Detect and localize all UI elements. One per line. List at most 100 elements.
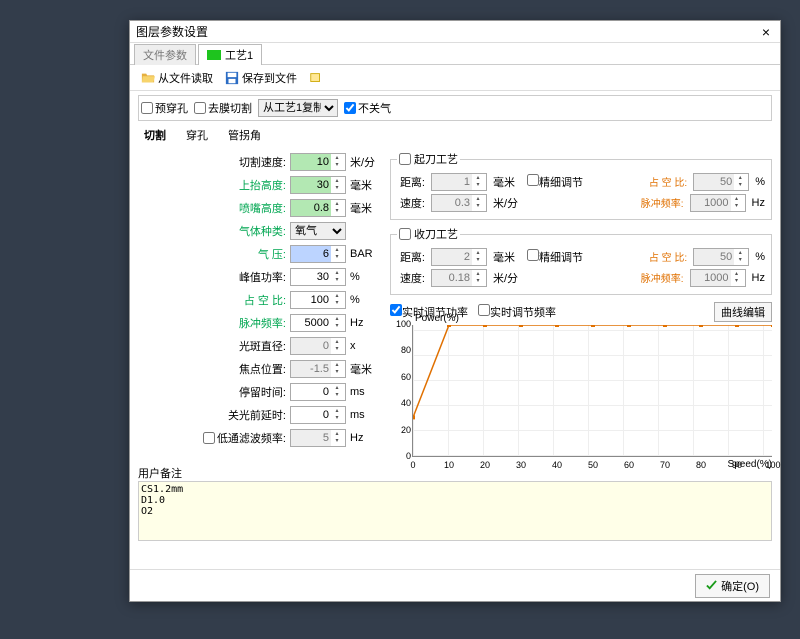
unit: Hz <box>350 317 380 329</box>
check-icon <box>706 580 717 591</box>
spin-arrows[interactable]: ▴▾ <box>331 293 343 307</box>
spinner[interactable]: ▴▾ <box>290 176 346 194</box>
spin-arrows[interactable]: ▴▾ <box>331 316 343 330</box>
tab-label: 工艺1 <box>225 47 253 63</box>
curve-edit-button[interactable]: 曲线编辑 <box>714 302 772 322</box>
tab-corner[interactable]: 管拐角 <box>224 125 265 145</box>
window-title: 图层参数设置 <box>136 23 208 40</box>
field-label: 焦点位置: <box>212 361 286 377</box>
spin-arrows[interactable]: ▴▾ <box>331 178 343 192</box>
notes-textarea[interactable]: CS1.2mm D1.0 O2 <box>138 481 772 541</box>
realtime-freq-checkbox[interactable]: 实时调节频率 <box>478 304 556 320</box>
spin-arrows[interactable]: ▴▾ <box>331 247 343 261</box>
spin-arrows[interactable]: ▴▾ <box>331 362 343 376</box>
lpf-checkbox[interactable]: 低通滤波频率: <box>203 430 286 446</box>
spin-arrows[interactable]: ▴▾ <box>331 270 343 284</box>
spinner[interactable]: ▴▾ <box>290 199 346 217</box>
field-pressure: 气 压:▴▾BAR <box>138 243 380 264</box>
save-to-file-button[interactable]: 保存到文件 <box>220 68 302 88</box>
spin-arrows[interactable]: ▴▾ <box>734 250 746 264</box>
unit: Hz <box>350 432 380 444</box>
ok-button[interactable]: 确定(O) <box>695 574 770 598</box>
spinner[interactable]: ▴▾ <box>690 269 746 287</box>
spinner[interactable]: ▴▾ <box>290 360 346 378</box>
spin-arrows[interactable]: ▴▾ <box>472 175 484 189</box>
copy-from-select[interactable]: 从工艺1复制 <box>258 99 338 117</box>
spin-arrows[interactable]: ▴▾ <box>331 339 343 353</box>
unit: 毫米 <box>350 200 380 216</box>
spinner[interactable]: ▴▾ <box>693 248 749 266</box>
content: 预穿孔 去膜切割 从工艺1复制 不关气 切割 穿孔 管拐角 切割速度: ▴▾ 米/分… <box>130 91 780 569</box>
tab-pierce[interactable]: 穿孔 <box>182 125 212 145</box>
spinner[interactable]: ▴▾ <box>431 269 487 287</box>
field-pulse: 脉冲频率: ▴▾ Hz <box>138 312 380 333</box>
read-from-file-button[interactable]: 从文件读取 <box>136 68 218 88</box>
spinner[interactable]: ▴▾ <box>290 245 346 263</box>
tab-process1[interactable]: 工艺1 <box>198 44 262 65</box>
unit: 毫米 <box>350 177 380 193</box>
group-row: 速度:▴▾米/分 脉冲频率:▴▾Hz <box>397 192 765 213</box>
spinner[interactable]: ▴▾ <box>431 194 487 212</box>
button-label: 保存到文件 <box>242 70 297 86</box>
fine-adjust-checkbox[interactable]: 精细调节 <box>527 174 583 190</box>
spin-arrows[interactable]: ▴▾ <box>731 271 743 285</box>
spinner[interactable]: ▴▾ <box>693 173 749 191</box>
fine-adjust-checkbox[interactable]: 精细调节 <box>527 249 583 265</box>
spin-arrows[interactable]: ▴▾ <box>331 431 343 445</box>
button-label: 从文件读取 <box>158 70 213 86</box>
field-label: 脉冲频率: <box>212 315 286 331</box>
group-row: 速度:▴▾米/分 脉冲频率:▴▾Hz <box>397 267 765 288</box>
notes-label: 用户备注 <box>138 465 772 481</box>
spinner[interactable]: ▴▾ <box>431 173 487 191</box>
film-cut-checkbox[interactable]: 去膜切割 <box>194 100 252 116</box>
spinner[interactable]: ▴▾ <box>290 406 346 424</box>
options-row: 预穿孔 去膜切割 从工艺1复制 不关气 <box>138 95 772 121</box>
spin-arrows[interactable]: ▴▾ <box>734 175 746 189</box>
power-curve-chart[interactable]: Power(%) Speed(%) 0204060801000102030405… <box>412 325 772 457</box>
note-button[interactable] <box>304 69 328 87</box>
close-button[interactable]: × <box>758 24 774 40</box>
spinner[interactable]: ▴▾ <box>690 194 746 212</box>
spin-arrows[interactable]: ▴▾ <box>331 201 343 215</box>
tab-cut[interactable]: 切割 <box>140 125 170 145</box>
group-title[interactable]: 收刀工艺 <box>397 226 460 242</box>
spinner[interactable]: ▴▾ <box>290 383 346 401</box>
field-dwell: 停留时间:▴▾ms <box>138 381 380 402</box>
field-label: 切割速度: <box>212 154 286 170</box>
spin-arrows[interactable]: ▴▾ <box>331 155 343 169</box>
spinner[interactable]: ▴▾ <box>431 248 487 266</box>
field-spot: 光斑直径:▴▾x <box>138 335 380 356</box>
pre-pierce-checkbox[interactable]: 预穿孔 <box>141 100 188 116</box>
notes-section: 用户备注 CS1.2mm D1.0 O2 <box>138 465 772 544</box>
spin-arrows[interactable]: ▴▾ <box>472 250 484 264</box>
unit: 米/分 <box>350 154 380 170</box>
spinner[interactable]: ▴▾ <box>290 314 346 332</box>
unit: BAR <box>350 248 380 260</box>
spinner[interactable]: ▴▾ <box>290 291 346 309</box>
field-cut_speed: 切割速度: ▴▾ 米/分 <box>138 151 380 172</box>
no-gas-off-checkbox[interactable]: 不关气 <box>344 100 391 116</box>
field-label: 光斑直径: <box>212 338 286 354</box>
footer: 确定(O) <box>130 569 780 601</box>
spin-arrows[interactable]: ▴▾ <box>472 271 484 285</box>
field-nozzle: 喷嘴高度:▴▾毫米 <box>138 197 380 218</box>
unit: ms <box>350 386 380 398</box>
group-row: 距离:▴▾毫米 精细调节 占 空 比:▴▾% <box>397 246 765 267</box>
tab-file-params[interactable]: 文件参数 <box>134 44 196 65</box>
gas-type-select[interactable]: 氧气 <box>290 222 346 240</box>
spin-arrows[interactable]: ▴▾ <box>731 196 743 210</box>
lead-in-group: 起刀工艺 距离:▴▾毫米 精细调节 占 空 比:▴▾% 速度:▴▾米/分 脉冲频… <box>390 151 772 220</box>
spin-arrows[interactable]: ▴▾ <box>331 385 343 399</box>
field-gas_type: 气体种类:氧气 <box>138 220 380 241</box>
spin-arrows[interactable]: ▴▾ <box>331 408 343 422</box>
left-params: 切割速度:▴▾米/分上抬高度:▴▾毫米喷嘴高度:▴▾毫米气体种类:氧气气 压:▴… <box>138 151 380 457</box>
unit: % <box>350 294 380 306</box>
group-title[interactable]: 起刀工艺 <box>397 151 460 167</box>
spinner[interactable]: ▴▾ <box>290 429 346 447</box>
spinner[interactable]: ▴▾ <box>290 337 346 355</box>
spinner[interactable]: ▴▾ <box>290 153 346 171</box>
field-off_delay: 关光前延时:▴▾ms <box>138 404 380 425</box>
spinner[interactable]: ▴▾ <box>290 268 346 286</box>
spin-arrows[interactable]: ▴▾ <box>472 196 484 210</box>
button-label: 确定(O) <box>721 578 759 594</box>
